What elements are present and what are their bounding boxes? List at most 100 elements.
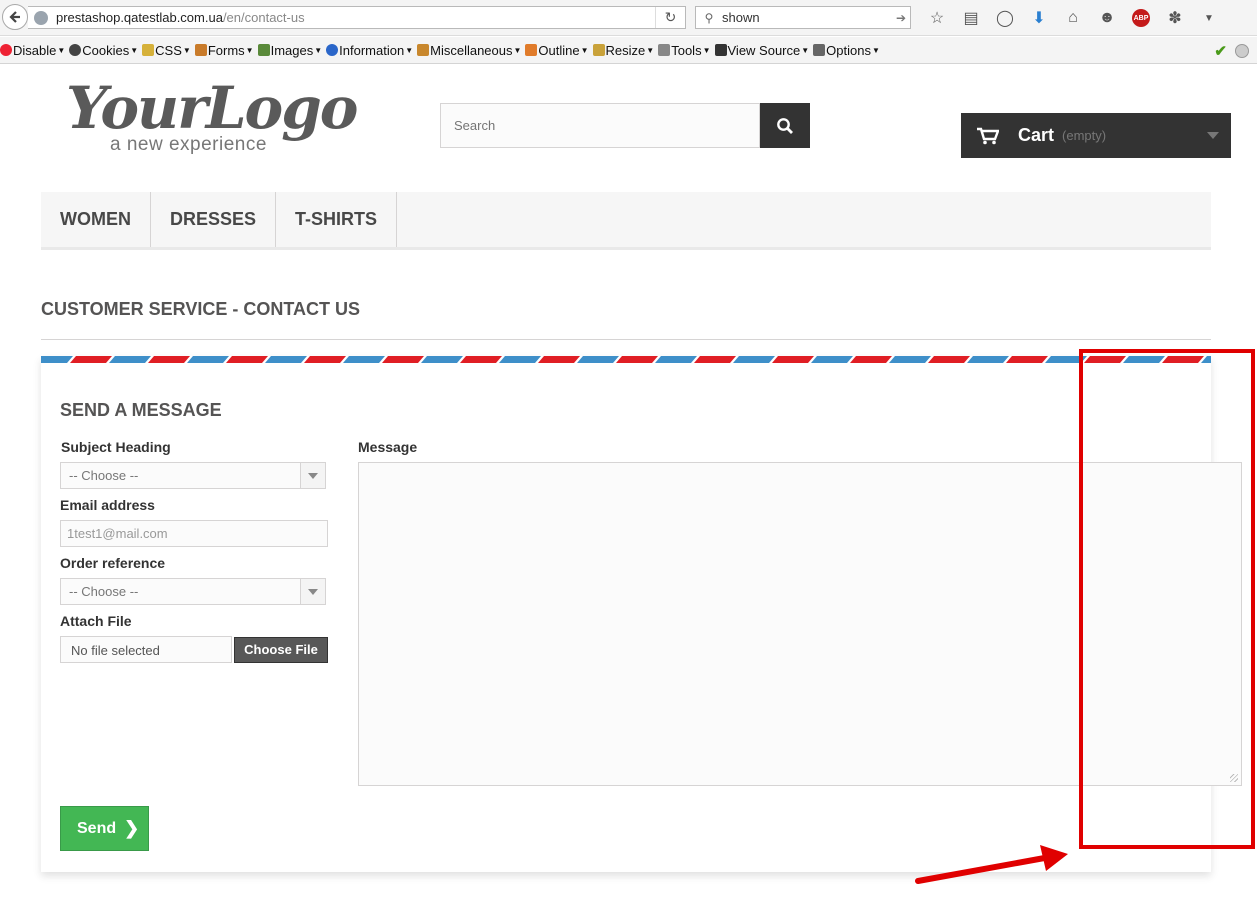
subject-label: Subject Heading	[61, 439, 171, 455]
options-icon	[813, 44, 826, 56]
subject-select-value: -- Choose --	[69, 468, 139, 483]
chevron-down-icon	[1207, 132, 1219, 139]
wd-view-source[interactable]: View Source ▼	[714, 42, 809, 58]
subject-select[interactable]: -- Choose --	[60, 462, 326, 489]
main-menu: WOMEN DRESSES T-SHIRTS	[41, 192, 1211, 250]
wd-label: View Source	[727, 42, 801, 58]
send-button[interactable]: Send ❯	[60, 806, 149, 851]
search-icon: ⚲	[704, 10, 714, 25]
shop-logo[interactable]: YourLogo a new experience	[66, 74, 358, 158]
menu-item-women[interactable]: WOMEN	[41, 192, 151, 247]
wd-label: Outline	[538, 42, 580, 58]
checkmark-icon: ✔	[1214, 43, 1227, 60]
menu-item-dresses[interactable]: DRESSES	[151, 192, 277, 247]
reading-list-icon[interactable]: ▤	[954, 6, 988, 30]
email-label: Email address	[60, 497, 155, 513]
home-icon[interactable]: ⌂	[1056, 6, 1090, 30]
airmail-stripe	[694, 356, 736, 363]
wd-images[interactable]: Images ▼	[257, 42, 322, 58]
chat-icon[interactable]: ☻	[1090, 6, 1124, 30]
image-icon	[257, 44, 270, 56]
airmail-stripe	[109, 356, 151, 363]
airmail-stripe	[460, 356, 502, 363]
clipboard-icon	[194, 44, 207, 56]
send-label: Send	[77, 819, 117, 837]
menu-icon[interactable]: ▼	[1192, 6, 1226, 30]
wd-miscellaneous[interactable]: Miscellaneous ▼	[417, 43, 521, 58]
airmail-stripe	[343, 356, 385, 363]
shop-search-input[interactable]	[440, 103, 760, 148]
adblock-label: ABP	[1132, 9, 1150, 27]
download-icon[interactable]: ⬇	[1022, 6, 1056, 30]
status-circle-icon	[1235, 44, 1249, 58]
wd-outline[interactable]: Outline ▼	[525, 42, 589, 58]
bug-icon[interactable]: ✽	[1158, 6, 1192, 30]
airmail-stripe	[538, 356, 580, 363]
airmail-stripe	[70, 356, 112, 363]
wd-label: Miscellaneous	[430, 42, 513, 58]
wd-label: Disable	[13, 42, 57, 58]
airmail-stripe	[421, 356, 463, 363]
cart-label: Cart	[1018, 125, 1055, 145]
airmail-stripe	[1006, 356, 1048, 363]
search-icon	[777, 117, 793, 134]
shop-search-button[interactable]	[760, 103, 810, 148]
airmail-stripe	[577, 356, 619, 363]
browser-search-field[interactable]: ⚲ shown ➔	[695, 6, 911, 29]
airmail-stripe	[967, 356, 1009, 363]
airmail-stripe	[187, 356, 229, 363]
globe-icon	[34, 10, 48, 25]
chevron-right-icon: ❯	[124, 818, 140, 838]
reload-icon[interactable]: ↻	[655, 7, 685, 28]
wd-css[interactable]: CSS ▼	[142, 43, 191, 58]
wd-options[interactable]: Options ▼	[813, 43, 880, 58]
wd-tools[interactable]: Tools ▼	[658, 43, 711, 58]
airmail-stripe	[850, 356, 892, 363]
web-developer-toolbar: Disable ▼ Cookies ▼ CSS ▼ Forms ▼ Images ▼ In…	[0, 37, 1257, 64]
contact-form-box: SEND A MESSAGE Subject Heading -- Choose…	[41, 356, 1242, 872]
adblock-icon[interactable]: ABP	[1124, 6, 1158, 30]
wd-status: ✔	[1214, 42, 1249, 60]
url-bar[interactable]: prestashop.qatestlab.com.ua/en/contact-u…	[28, 6, 686, 29]
airmail-stripe	[889, 356, 931, 363]
logo-subtitle: a new experience	[110, 134, 267, 155]
wd-forms[interactable]: Forms ▼	[194, 42, 254, 58]
annotation-highlight-box	[1079, 349, 1255, 849]
page-title: CUSTOMER SERVICE - CONTACT US	[41, 299, 1211, 340]
logo-main-text: YourLogo	[66, 74, 358, 142]
file-name-display: No file selected	[60, 636, 232, 663]
airmail-stripe	[655, 356, 697, 363]
terminal-icon	[714, 44, 727, 56]
order-select[interactable]: -- Choose --	[60, 578, 326, 605]
choose-file-button[interactable]: Choose File	[234, 637, 328, 663]
wd-label: Images	[270, 42, 314, 58]
menu-item-tshirts[interactable]: T-SHIRTS	[276, 192, 398, 247]
wd-label: CSS	[155, 42, 182, 58]
info-icon	[326, 44, 339, 56]
tools-icon	[658, 44, 671, 56]
chevron-down-icon	[300, 579, 325, 604]
user-icon	[69, 44, 82, 56]
order-label: Order reference	[60, 555, 166, 571]
back-button[interactable]	[2, 4, 28, 30]
cart-block[interactable]: Cart (empty)	[961, 113, 1231, 158]
airmail-stripe	[304, 356, 346, 363]
airmail-stripe	[148, 356, 190, 363]
airmail-stripe	[382, 356, 424, 363]
cart-icon	[977, 127, 999, 144]
browser-search-value: shown	[722, 10, 760, 25]
airmail-stripe	[772, 356, 814, 363]
wd-resize[interactable]: Resize ▼	[592, 43, 654, 58]
wd-label: Forms	[207, 42, 245, 58]
browser-toolbar: prestashop.qatestlab.com.ua/en/contact-u…	[0, 0, 1257, 36]
star-icon[interactable]: ☆	[920, 6, 954, 30]
wd-information[interactable]: Information ▼	[326, 43, 413, 58]
pocket-icon[interactable]: ◯	[988, 6, 1022, 30]
email-field[interactable]: 1test1@mail.com	[60, 520, 328, 547]
wd-label: Information	[339, 42, 405, 58]
wd-cookies[interactable]: Cookies ▼	[69, 43, 138, 58]
go-arrow-icon[interactable]: ➔	[896, 11, 906, 25]
message-label: Message	[358, 439, 418, 455]
wd-disable[interactable]: Disable ▼	[0, 43, 65, 58]
airmail-stripe	[733, 356, 775, 363]
